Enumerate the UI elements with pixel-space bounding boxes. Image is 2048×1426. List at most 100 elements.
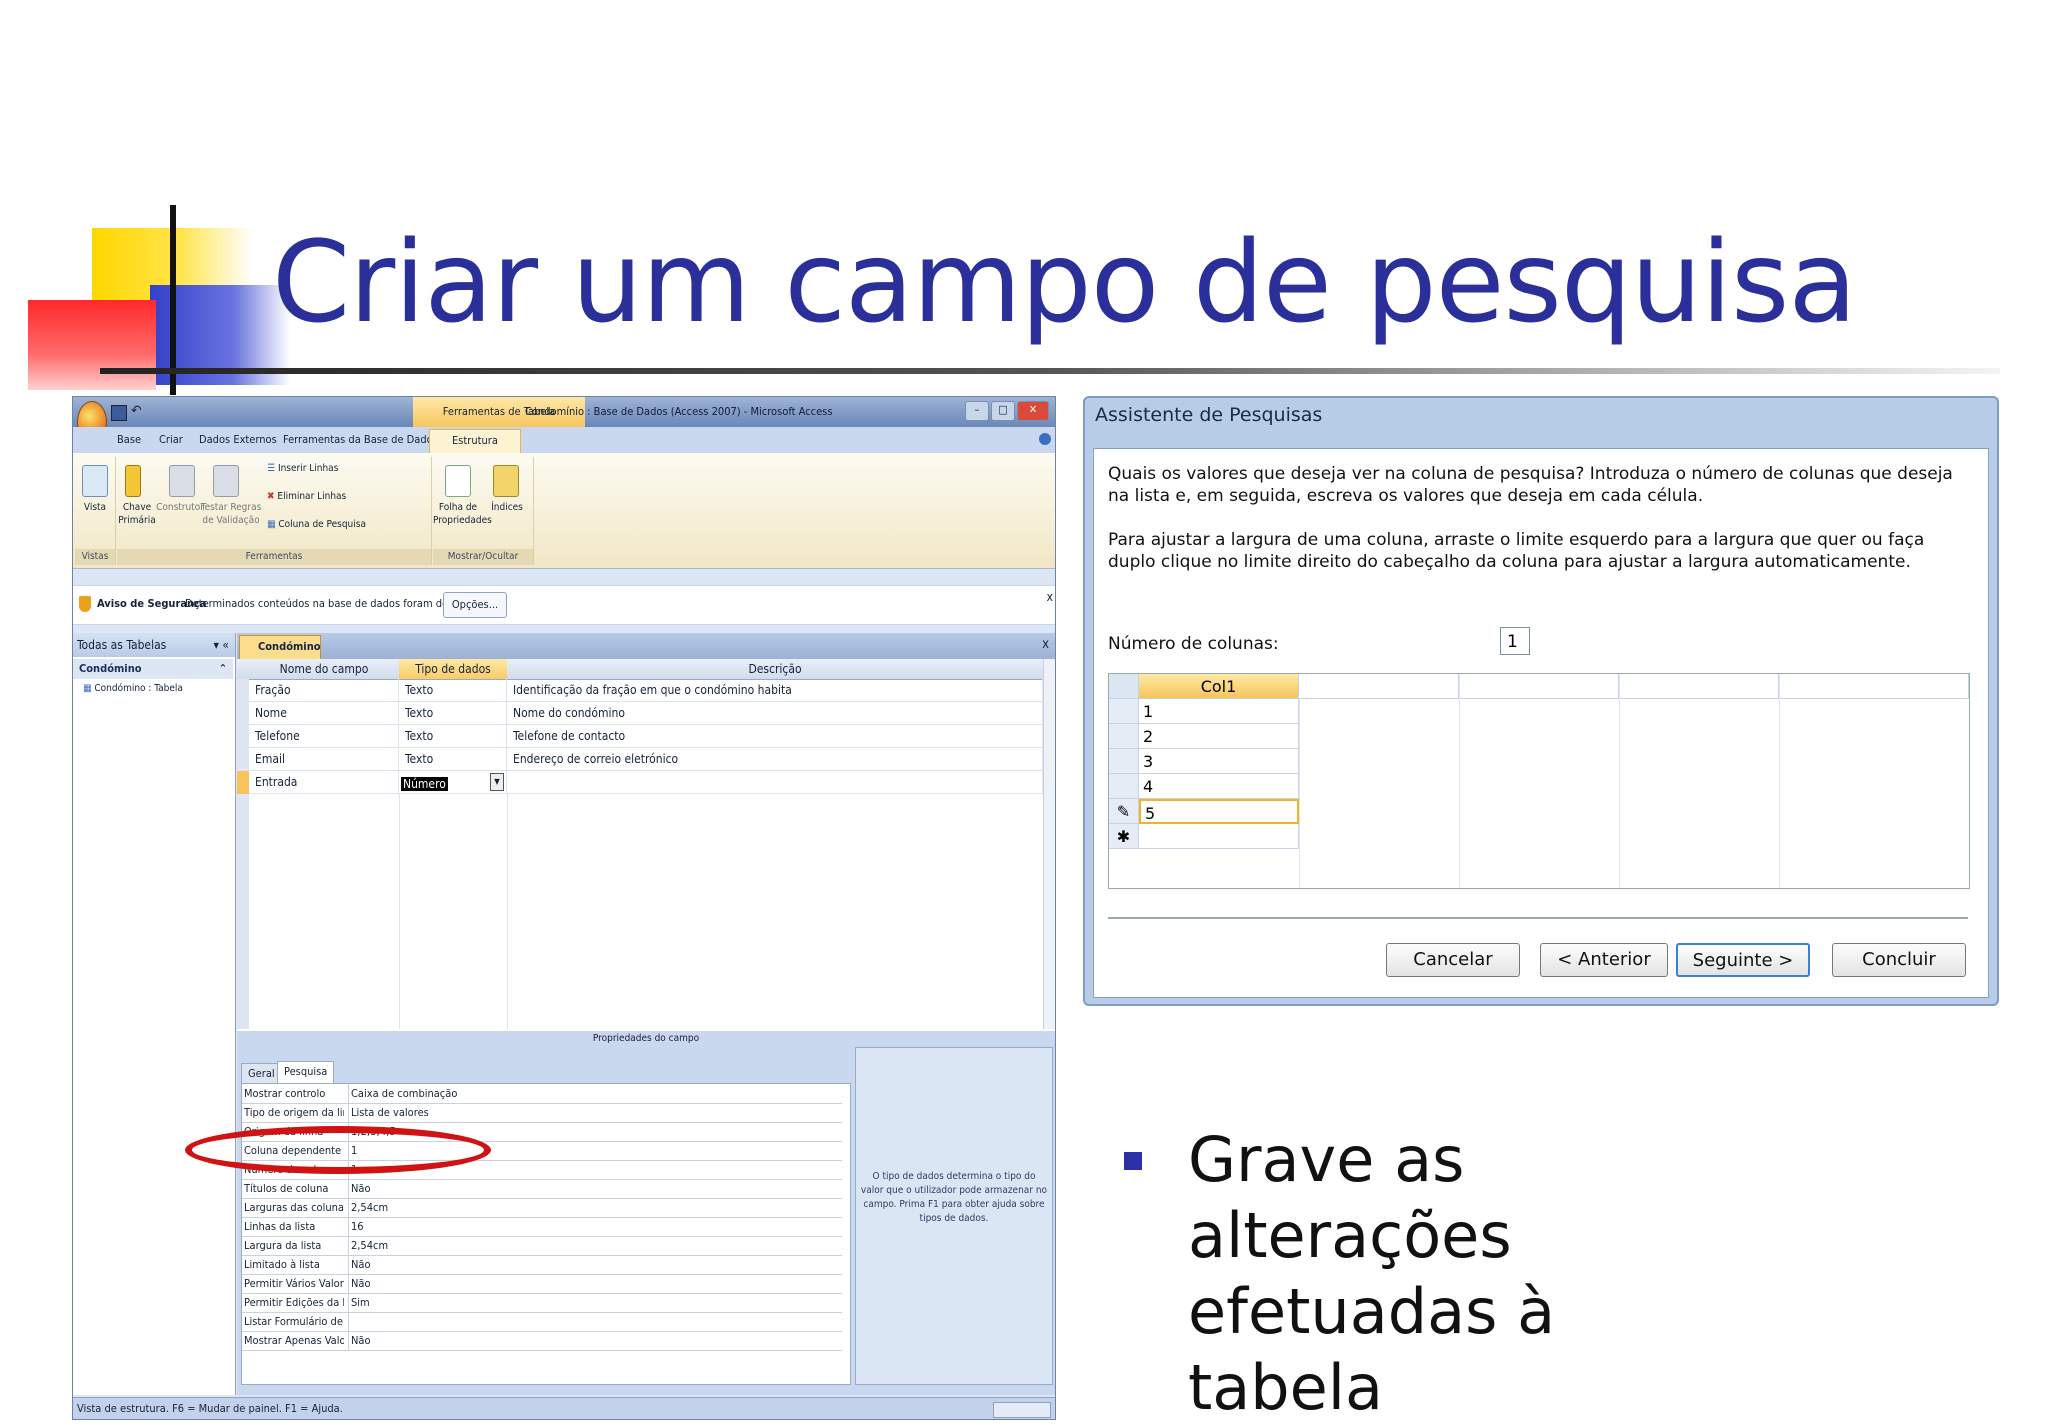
column-header-name[interactable]: Nome do campo [249, 659, 400, 680]
field-type-cell[interactable]: Texto [399, 725, 507, 748]
field-type-cell[interactable]: Texto [399, 702, 507, 725]
property-row[interactable]: Mostrar controlo Caixa de combinação [242, 1084, 842, 1104]
data-type-value[interactable]: Número [401, 777, 448, 791]
property-value[interactable]: Sim [348, 1293, 370, 1312]
document-tab-condomino[interactable]: Condómino [239, 635, 321, 659]
back-button[interactable]: < Anterior [1540, 943, 1668, 977]
field-name-cell[interactable]: Nome [249, 702, 399, 725]
row-selector[interactable] [1109, 749, 1139, 774]
tab-criar[interactable]: Criar [159, 433, 183, 446]
tab-geral[interactable]: Geral [241, 1063, 282, 1084]
construtor-label[interactable]: Construtor [155, 501, 205, 514]
field-description-cell[interactable]: Telefone de contacto [507, 725, 1043, 748]
insert-rows-button[interactable]: ☰ Inserir Linhas [267, 463, 338, 474]
tab-dados-externos[interactable]: Dados Externos [199, 433, 277, 446]
field-type-cell[interactable]: Texto [399, 679, 507, 702]
row-selector[interactable] [1109, 699, 1139, 724]
lightning-icon[interactable] [493, 465, 519, 497]
finish-button[interactable]: Concluir [1832, 943, 1966, 977]
nav-group[interactable]: Condómino ⌃ [73, 659, 233, 679]
row-selector-current[interactable] [237, 771, 249, 795]
property-row[interactable]: Larguras das colunas 2,54cm [242, 1198, 842, 1218]
row-selector[interactable] [1109, 774, 1139, 799]
row-selector[interactable] [1109, 724, 1139, 749]
chevron-down-icon[interactable]: ▾ « [214, 633, 229, 657]
close-document-icon[interactable]: x [1042, 637, 1049, 652]
value-cell[interactable]: 4 [1139, 774, 1299, 799]
maximize-icon[interactable]: □ [991, 401, 1015, 421]
select-all-corner[interactable] [1109, 674, 1139, 699]
tab-estrutura[interactable]: Estrutura [429, 429, 521, 453]
field-description-cell[interactable]: Identificação da fração em que o condómi… [507, 679, 1043, 702]
delete-rows-button[interactable]: ✖ Eliminar Linhas [267, 491, 346, 502]
property-row[interactable]: Linhas da lista 16 [242, 1217, 842, 1237]
col1-header[interactable]: Col1 [1139, 674, 1299, 699]
property-value[interactable]: Não [348, 1331, 371, 1350]
property-value[interactable]: Caixa de combinação [348, 1084, 457, 1103]
new-row-cell[interactable] [1139, 824, 1299, 849]
property-value[interactable]: Lista de valores [348, 1103, 429, 1122]
nav-header[interactable]: Todas as Tabelas ▾ « [73, 633, 235, 657]
minimize-icon[interactable]: – [965, 401, 989, 421]
property-value[interactable]: 2,54cm [348, 1198, 388, 1217]
property-value[interactable] [348, 1312, 351, 1331]
builder-icon[interactable] [169, 465, 195, 497]
field-description-cell[interactable]: Nome do condómino [507, 702, 1043, 725]
property-value[interactable]: 16 [348, 1217, 364, 1236]
tab-ferramentas-bd[interactable]: Ferramentas da Base de Dados [283, 433, 438, 446]
property-value[interactable]: Não [348, 1255, 371, 1274]
view-switcher-icons[interactable] [993, 1402, 1051, 1418]
vista-label[interactable]: Vista [75, 501, 115, 514]
next-button[interactable]: Seguinte > [1676, 943, 1810, 977]
property-value[interactable]: Não [348, 1179, 371, 1198]
testar-label[interactable]: Testar Regras de Validação [199, 501, 263, 527]
value-cell[interactable]: 2 [1139, 724, 1299, 749]
help-icon[interactable] [1039, 433, 1051, 445]
property-row[interactable]: Permitir Edições da Lista d Sim [242, 1293, 842, 1313]
folha-label[interactable]: Folha de Propriedades [433, 501, 492, 527]
field-name-cell[interactable]: Fração [249, 679, 399, 702]
dropdown-arrow-icon[interactable]: ▼ [490, 773, 504, 791]
lookup-column-button[interactable]: ▦ Coluna de Pesquisa [267, 519, 366, 530]
view-icon[interactable] [82, 465, 108, 497]
nav-item-condomino-table[interactable]: ▦ Condómino : Tabela [83, 683, 183, 694]
field-name-cell[interactable]: Telefone [249, 725, 399, 748]
options-button[interactable]: Opções... [443, 592, 507, 618]
field-name-cell[interactable]: Email [249, 748, 399, 771]
save-icon[interactable] [111, 405, 127, 421]
column-header-description[interactable]: Descrição [507, 659, 1044, 680]
property-value[interactable]: Não [348, 1274, 371, 1293]
num-columns-input[interactable]: 1 [1500, 627, 1530, 655]
close-security-icon[interactable]: x [1047, 590, 1053, 604]
field-name-cell[interactable]: Entrada [249, 771, 399, 794]
property-sheet-icon[interactable] [445, 465, 471, 497]
value-cell-editing[interactable]: 5 [1139, 799, 1299, 824]
property-row[interactable]: Mostrar Apenas Valores c Não [242, 1331, 842, 1351]
cancel-button[interactable]: Cancelar [1386, 943, 1520, 977]
chave-label[interactable]: Chave Primária [117, 501, 157, 527]
column-header-type[interactable]: Tipo de dados [399, 659, 508, 680]
data-type-combobox[interactable]: Número ▼ [399, 771, 507, 794]
property-row[interactable]: Permitir Vários Valores Não [242, 1274, 842, 1294]
tab-base[interactable]: Base [117, 433, 141, 446]
value-cell[interactable]: 1 [1139, 699, 1299, 724]
row-selector[interactable] [237, 748, 249, 772]
field-type-cell[interactable]: Texto [399, 748, 507, 771]
indices-label[interactable]: Índices [487, 501, 527, 514]
test-rules-icon[interactable] [213, 465, 239, 497]
row-selector[interactable] [237, 702, 249, 726]
property-row[interactable]: Limitado à lista Não [242, 1255, 842, 1275]
key-icon[interactable] [125, 465, 141, 497]
tab-pesquisa[interactable]: Pesquisa [277, 1061, 335, 1084]
property-value[interactable]: 2,54cm [348, 1236, 388, 1255]
field-description-cell[interactable] [507, 771, 1043, 794]
undo-icon[interactable]: ↶ [131, 403, 142, 419]
field-description-cell[interactable]: Endereço de correio eletrónico [507, 748, 1043, 771]
property-row[interactable]: Títulos de coluna Não [242, 1179, 842, 1199]
chevron-up-icon[interactable]: ⌃ [219, 659, 227, 679]
row-selector[interactable] [237, 679, 249, 703]
value-cell[interactable]: 3 [1139, 749, 1299, 774]
close-icon[interactable]: ✕ [1017, 401, 1049, 421]
vertical-scrollbar[interactable] [1043, 659, 1055, 1029]
property-row[interactable]: Tipo de origem da linha Lista de valores [242, 1103, 842, 1123]
